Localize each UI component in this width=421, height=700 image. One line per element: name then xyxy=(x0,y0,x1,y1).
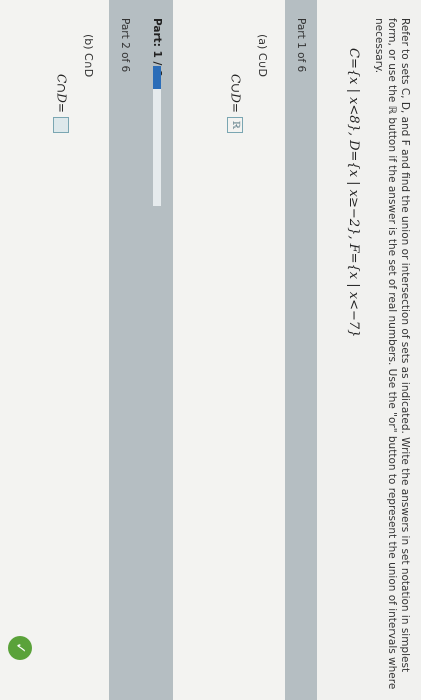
progress-strip: Part: 1 / 6 xyxy=(141,0,173,700)
progress-bar xyxy=(153,66,161,206)
question-screen: Refer to sets C, D, and F and find the u… xyxy=(0,0,421,700)
part1-answer-box[interactable]: ℝ xyxy=(227,116,243,133)
part1-header: Part 1 of 6 xyxy=(285,0,317,700)
part2-header-label: Part 2 of 6 xyxy=(119,18,131,73)
part2-panel: (b) C∩D C∩D= xyxy=(0,0,109,700)
part1-panel: (a) C∪D C∪D= ℝ xyxy=(173,0,285,700)
part1-expression-text: C∪D= xyxy=(228,74,243,113)
part2-label: (b) C∩D xyxy=(82,34,95,78)
part1-expression: C∪D= ℝ xyxy=(227,74,243,133)
part2-header: Part 2 of 6 xyxy=(109,0,141,700)
part2-expression-text: C∩D= xyxy=(54,74,69,113)
sets-definition: C={x | x<8}, D={x | x≥−2}, F={x | x<−7} xyxy=(346,48,361,338)
check-icon[interactable]: ✓ xyxy=(8,636,32,660)
part1-label: (a) C∪D xyxy=(256,34,269,78)
part2-expression: C∩D= xyxy=(53,74,69,133)
part1-header-label: Part 1 of 6 xyxy=(295,18,307,73)
part2-answer-box[interactable] xyxy=(53,116,69,133)
progress-bar-fill xyxy=(153,66,161,90)
problem-instructions: Refer to sets C, D, and F and find the u… xyxy=(373,18,411,690)
